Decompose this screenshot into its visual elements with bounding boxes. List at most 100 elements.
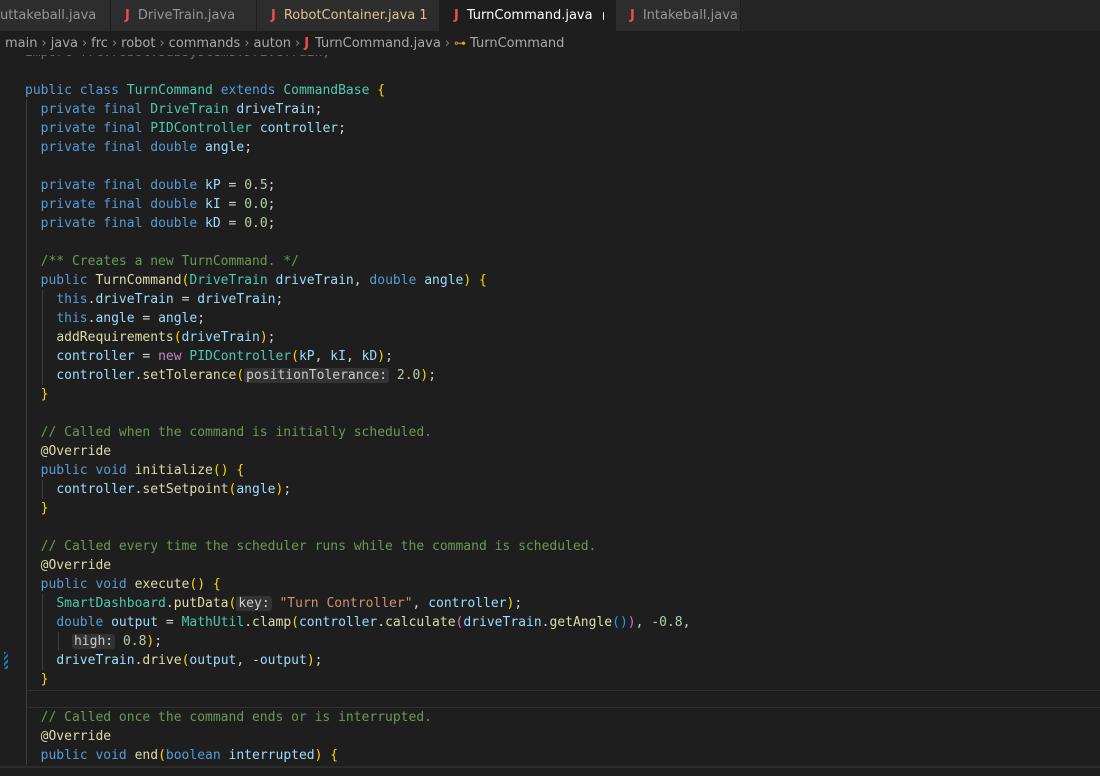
tab-robotcontainer-java[interactable]: J RobotContainer.java 1	[257, 0, 440, 31]
chevron-right-icon: ›	[81, 35, 88, 51]
code-line[interactable]: high: 0.8);	[25, 632, 162, 651]
code-token: controller	[428, 596, 507, 611]
code-line[interactable]: }	[25, 499, 49, 518]
bracket: {	[212, 577, 221, 592]
tab-drivetrain-java[interactable]: J DriveTrain.java	[111, 0, 257, 31]
code-token: @Override	[40, 444, 112, 459]
parameter-name-hint: positionTolerance:	[244, 368, 390, 383]
code-token: addRequirements	[56, 330, 174, 345]
tab-turncommand-java[interactable]: J TurnCommand.java	[440, 0, 616, 31]
code-token: driveTrain	[275, 273, 354, 288]
tab-label: TurnCommand.java	[466, 8, 593, 23]
bracket: }	[40, 672, 49, 687]
code-line[interactable]: controller.setSetpoint(angle);	[25, 480, 291, 499]
code-token: final	[103, 197, 143, 212]
bracket: (	[236, 368, 245, 383]
code-editor[interactable]: import frc.robot.subsystems.DriveTrain; p…	[0, 55, 1100, 776]
code-line[interactable]: addRequirements(driveTrain);	[25, 328, 275, 347]
code-line[interactable]: private final double kI = 0.0;	[25, 195, 276, 214]
code-line[interactable]: private final PIDController controller;	[25, 119, 346, 138]
code-token: public	[40, 748, 88, 763]
code-token: kD	[361, 349, 378, 364]
breadcrumb-item[interactable]: TurnCommand.java	[315, 36, 441, 51]
code-line[interactable]: @Override	[25, 442, 111, 461]
chevron-right-icon: ›	[159, 35, 165, 51]
panel-divider	[0, 766, 1100, 768]
breadcrumb-item[interactable]: main	[5, 36, 37, 51]
code-line[interactable]: }	[25, 670, 49, 689]
code-line[interactable]: controller.setTolerance(positionToleranc…	[25, 366, 436, 385]
java-icon: J	[304, 35, 310, 51]
code-line[interactable]: /** Creates a new TurnCommand. */	[25, 252, 299, 271]
code-token: output	[259, 653, 307, 668]
code-line[interactable]: // Called when the command is initially …	[25, 423, 432, 442]
bracket: )	[314, 748, 323, 763]
code-token: private	[40, 178, 96, 193]
breadcrumb-item[interactable]: auton	[254, 36, 292, 51]
tab-uttakeball-java[interactable]: uttakeball.java	[0, 0, 111, 31]
code-line[interactable]: // Called once the command ends or is in…	[25, 708, 432, 727]
code-token: public	[40, 273, 88, 288]
number-literal: -0.8	[651, 615, 683, 630]
code-token: kD	[205, 216, 221, 231]
bracket: {	[479, 273, 487, 288]
code-token: output	[189, 653, 237, 668]
code-token: double	[150, 197, 198, 212]
breadcrumb-item[interactable]: frc	[91, 36, 108, 51]
code-token: calculate	[385, 615, 456, 630]
bracket: (	[291, 615, 299, 630]
code-line[interactable]: private final double angle;	[25, 138, 252, 157]
code-line[interactable]: private final DriveTrain driveTrain;	[25, 100, 323, 119]
code-token: end	[134, 748, 159, 763]
number-literal: 0.8	[122, 634, 147, 649]
code-token: double	[150, 140, 198, 155]
bracket: )	[420, 368, 429, 383]
code-line[interactable]: public void end(boolean interrupted) {	[25, 746, 338, 765]
code-line[interactable]: private final double kP = 0.5;	[25, 176, 276, 195]
code-line[interactable]: controller = new PIDController(kP, kI, k…	[25, 347, 393, 366]
bracket: )	[197, 577, 206, 592]
parameter-name-hint: key:	[236, 596, 272, 611]
code-token: execute	[134, 577, 190, 592]
editor-tab-bar: uttakeball.java J DriveTrain.java J RobotCon…	[0, 0, 1100, 31]
code-line[interactable]: @Override	[25, 727, 111, 746]
code-line[interactable]: // Called every time the scheduler runs …	[25, 537, 597, 556]
code-line[interactable]: this.driveTrain = driveTrain;	[25, 290, 283, 309]
java-icon: J	[630, 8, 635, 23]
indent-guide	[42, 480, 43, 499]
code-line[interactable]: public void execute() {	[25, 575, 221, 594]
code-line[interactable]: double output = MathUtil.clamp(controlle…	[25, 613, 690, 632]
indent-guide	[42, 594, 43, 670]
code-line[interactable]: driveTrain.drive(output, -output);	[25, 651, 322, 670]
breadcrumb-item[interactable]: robot	[121, 36, 155, 51]
code-token: clamp	[252, 615, 292, 630]
bracket: (	[158, 748, 166, 763]
number-literal: 2.0	[396, 368, 421, 383]
code-line-partial[interactable]: import frc.robot.subsystems.DriveTrain;	[25, 55, 330, 62]
code-line[interactable]: SmartDashboard.putData(key: "Turn Contro…	[25, 594, 522, 613]
code-line[interactable]: public void initialize() {	[25, 461, 245, 480]
code-token: angle	[236, 482, 276, 497]
code-token: angle	[205, 140, 245, 155]
code-token: this	[56, 311, 88, 326]
code-line[interactable]: }	[25, 385, 49, 404]
code-token: extends	[220, 83, 276, 98]
code-line[interactable]: this.angle = angle;	[25, 309, 205, 328]
breadcrumb-item[interactable]: java	[51, 36, 78, 51]
bracket: (	[173, 330, 182, 345]
code-line[interactable]: public class TurnCommand extends Command…	[25, 81, 385, 100]
code-token: kP	[205, 178, 221, 193]
indent-guide	[26, 100, 27, 765]
breadcrumb-item[interactable]: TurnCommand	[470, 36, 564, 51]
code-token: private	[40, 102, 96, 117]
code-token: public	[40, 577, 88, 592]
breadcrumb-item[interactable]: commands	[169, 36, 241, 51]
code-line[interactable]: public TurnCommand(DriveTrain driveTrain…	[25, 271, 487, 290]
code-token: setSetpoint	[142, 482, 229, 497]
chevron-right-icon: ›	[41, 35, 47, 51]
tab-intakeball-java[interactable]: J Intakeball.java	[616, 0, 741, 31]
code-line[interactable]: private final double kD = 0.0;	[25, 214, 276, 233]
code-comment: // Called when the command is initially …	[40, 425, 432, 440]
code-line[interactable]: @Override	[25, 556, 111, 575]
code-comment: // Called once the command ends or is in…	[40, 710, 432, 725]
